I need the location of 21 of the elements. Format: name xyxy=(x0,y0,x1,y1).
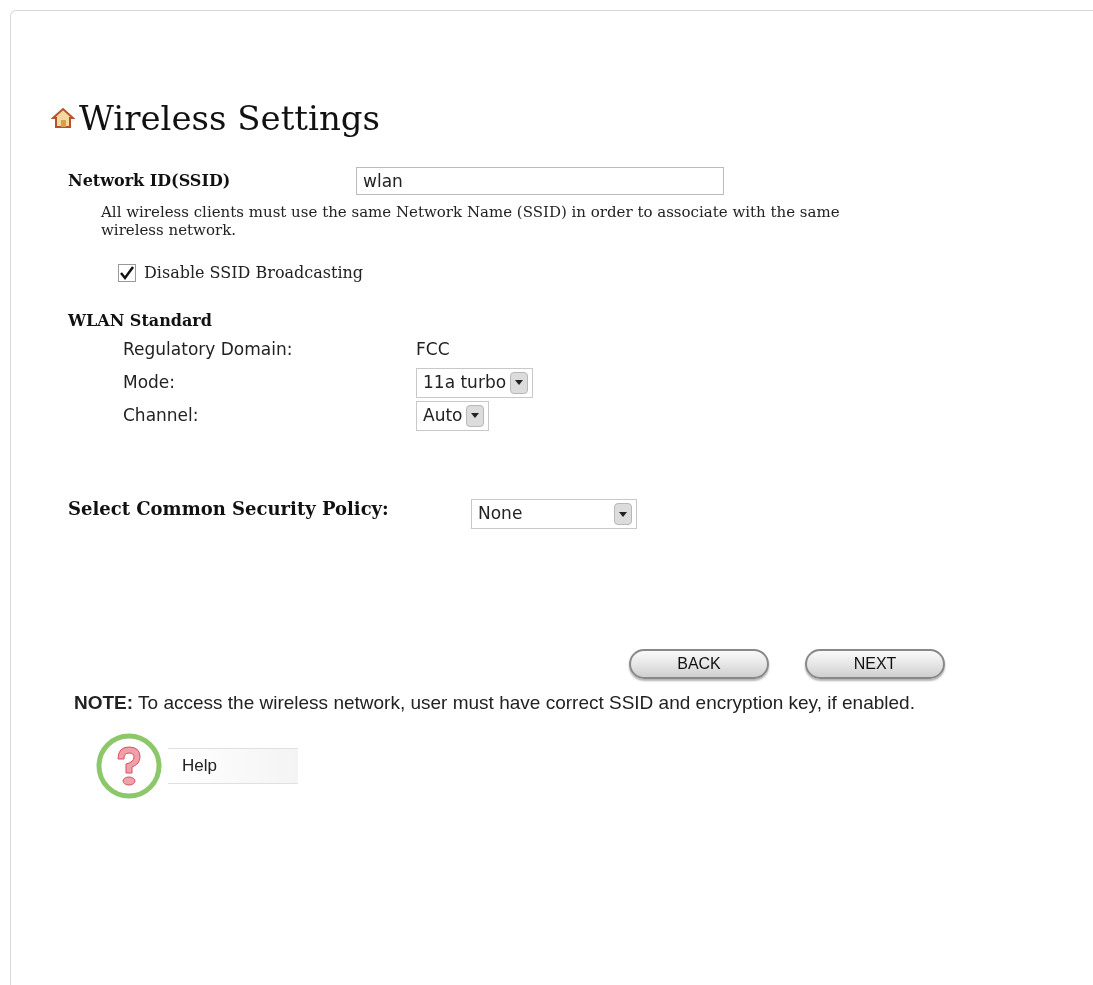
field-label: Channel: xyxy=(123,403,200,427)
security-policy-dropdown[interactable]: None xyxy=(471,499,637,529)
field-label: Select Common Security Policy: xyxy=(68,496,390,520)
pill-button[interactable]: NEXT xyxy=(805,649,945,679)
pill-button[interactable]: BACK xyxy=(629,649,769,679)
field-label: Network ID(SSID) xyxy=(68,170,232,192)
checkbox-label: Disable SSID Broadcasting xyxy=(144,262,364,284)
page-title: Wireless Settings xyxy=(79,101,381,135)
field-value: FCC xyxy=(416,337,450,361)
help-question-icon xyxy=(96,733,162,799)
note-text: NOTE: To access the wireless network, user must have correct SSID and encryption key, if enabled. xyxy=(74,691,916,715)
ssid-input-field[interactable]: wlan xyxy=(356,167,724,195)
checkbox[interactable] xyxy=(118,264,136,282)
dropdown[interactable]: 11a turbo xyxy=(416,367,534,398)
field-label: Mode: xyxy=(123,370,177,394)
section-heading: WLAN Standard xyxy=(68,310,212,332)
dropdown[interactable]: Auto xyxy=(416,400,490,431)
field-label: Regulatory Domain: xyxy=(123,337,294,361)
help-link[interactable]: Help xyxy=(168,748,298,784)
description-text: All wireless clients must use the same Network Name (SSID) in order to associate with the same wireless network. xyxy=(101,203,841,239)
home-icon xyxy=(51,106,75,130)
